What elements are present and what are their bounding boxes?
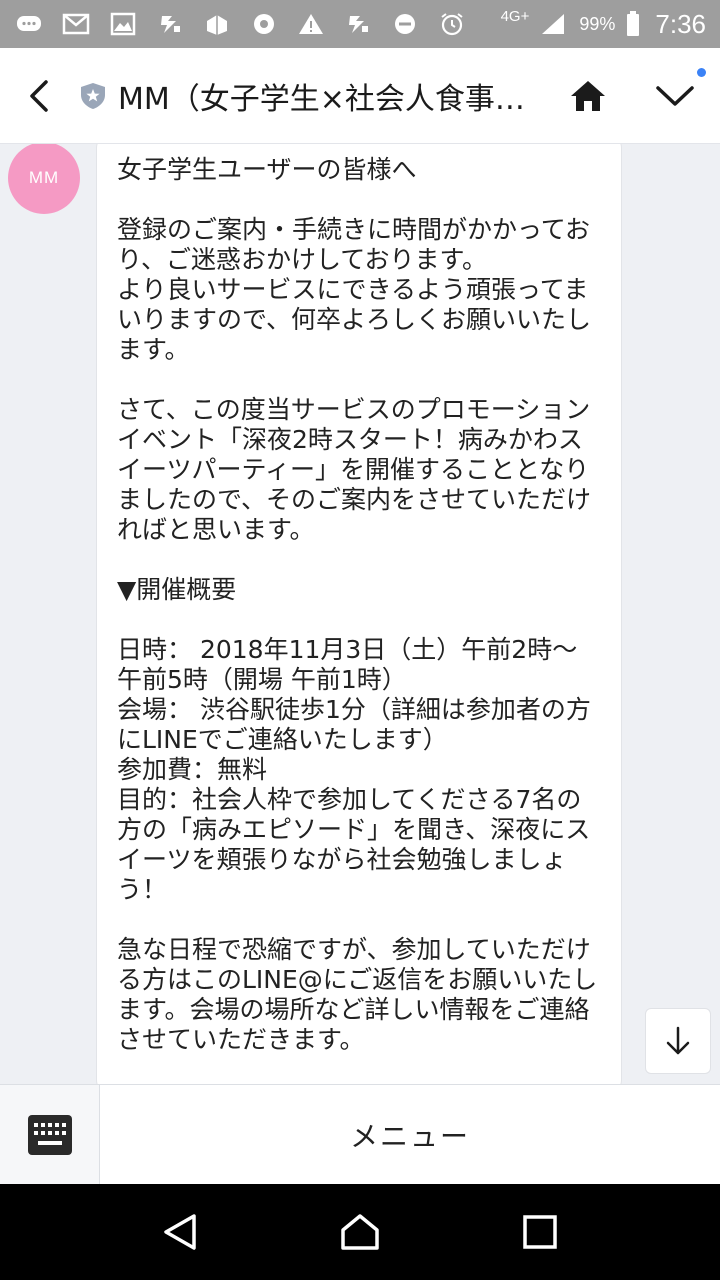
system-status: 4G+ 99% 7:36 [500,7,706,40]
avatar[interactable]: MM [8,144,80,214]
message-bubble[interactable]: 女子学生ユーザーの皆様へ 登録のご案内・手続きに時間がかかっており、ご迷惑おかけ… [96,144,622,1084]
home-button[interactable] [546,48,630,144]
chat-title: MM（女子学生×社会人食事… [118,81,525,117]
avatar-initials: MM [28,168,60,187]
mail-icon [61,11,91,37]
signal-icon [539,11,569,37]
notification-dot [697,67,706,77]
chat-title-area[interactable]: MM（女子学生×社会人食事… [78,74,546,118]
chevron-left-icon [30,79,48,112]
alarm-icon [437,11,467,37]
rich-menu-button[interactable]: メニュー [100,1085,720,1185]
image-icon [108,11,138,37]
game-char-icon [155,11,185,37]
home-icon [571,80,605,111]
shield-star-icon [81,82,105,109]
battery-icon [625,11,641,37]
bottom-menu-bar: メニュー [0,1084,720,1185]
notification-icons [14,11,501,37]
nav-back-button[interactable] [140,1192,220,1272]
keyboard-toggle-button[interactable] [0,1085,100,1185]
triangle-back-icon [164,1214,196,1250]
status-bar: 4G+ 99% 7:36 [0,0,720,48]
scroll-to-bottom-button[interactable] [645,1008,711,1074]
nav-home-icon [341,1214,379,1250]
warning-icon [296,11,326,37]
nav-home-button[interactable] [320,1192,400,1272]
chrome-icon [249,11,279,37]
message-text: 女子学生ユーザーの皆様へ 登録のご案内・手続きに時間がかかっており、ご迷惑おかけ… [117,155,598,1054]
chat-header: MM（女子学生×社会人食事… [0,48,720,144]
back-button[interactable] [0,48,78,144]
clock: 7:36 [655,8,706,39]
line-chat-screen: 4G+ 99% 7:36 MM（女子学生×社会人食事… MM 女子学生ユーザーの… [0,0,720,1280]
menu-label: メニュー [349,1120,470,1153]
square-recents-icon [523,1215,557,1249]
nav-recents-button[interactable] [500,1192,580,1272]
network-type: 4G+ [500,7,530,25]
chevron-down-icon [656,85,694,106]
arrow-down-icon [666,1026,690,1055]
game-char-icon [343,11,373,37]
android-nav-bar [0,1184,720,1280]
keyboard-icon [27,1115,72,1155]
package-icon [202,11,232,37]
do-not-disturb-icon [390,11,420,37]
battery-percent: 99% [579,13,616,34]
menu-dropdown-button[interactable] [630,48,720,144]
chat-messages-area[interactable]: MM 女子学生ユーザーの皆様へ 登録のご案内・手続きに時間がかかっており、ご迷惑… [0,144,720,1084]
chat-bubble-icon [14,11,44,37]
